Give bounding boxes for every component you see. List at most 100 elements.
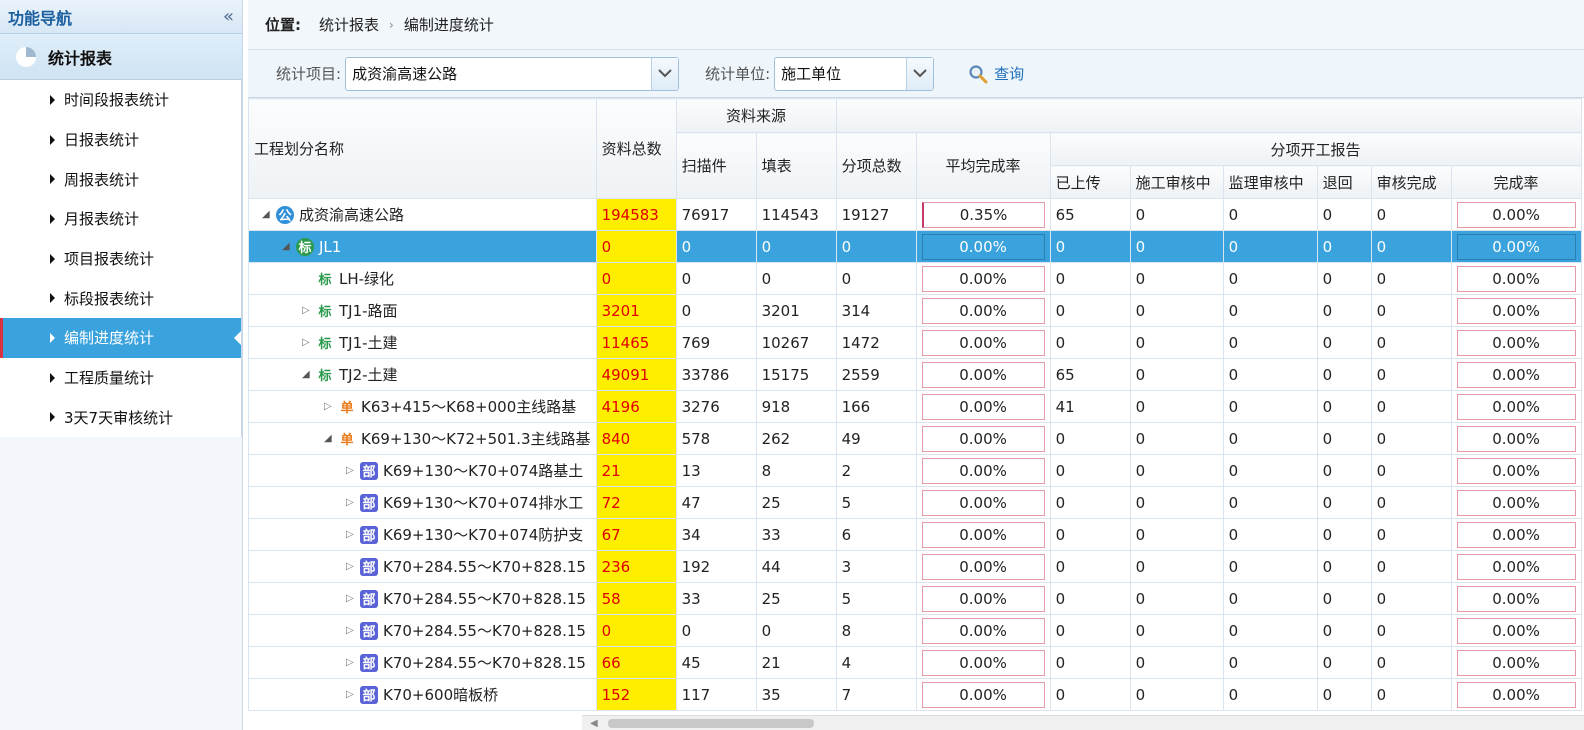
cell-name[interactable]: ◢ 标 TJ2-土建	[248, 358, 597, 391]
collapse-toggle-icon[interactable]: ◢	[282, 241, 292, 252]
col-name[interactable]: 工程划分名称	[248, 98, 597, 199]
cell-total: 3201	[595, 294, 677, 327]
expand-toggle-icon[interactable]: ▷	[302, 305, 312, 316]
col-items[interactable]: 分项总数	[835, 132, 917, 199]
collapse-icon[interactable]: «	[223, 6, 234, 27]
table-row[interactable]: 标 LH-绿化 0 0 0 0 0.00% 0 0 0 0 0 0.00%	[248, 262, 1582, 295]
sidebar-item[interactable]: 月报表统计	[0, 199, 241, 239]
node-type-icon: 部	[360, 461, 378, 480]
table-row[interactable]: ◢ 标 JL1 0 0 0 0 0.00% 0 0 0 0 0 0.00%	[248, 230, 1582, 263]
expand-toggle-icon[interactable]: ▷	[346, 593, 356, 604]
table-row[interactable]: ▷ 部 K69+130～K70+074排水工 72 47 25 5 0.00% 0 0 0 0 0 0.0…	[248, 486, 1582, 519]
table-row[interactable]: ▷ 部 K70+284.55～K70+828.15 66 45 21 4 0.00% 0 0 0 0 0…	[248, 646, 1582, 679]
collapse-toggle-icon[interactable]: ◢	[302, 369, 312, 380]
table-row[interactable]: ▷ 标 TJ1-土建 11465 769 10267 1472 0.00% 0 0 0 0 0 0.00%	[248, 326, 1582, 359]
expand-toggle-icon[interactable]: ▷	[346, 529, 356, 540]
table-row[interactable]: ▷ 部 K69+130～K70+074路基土 21 13 8 2 0.00% 0 0 0 0 0 0.00…	[248, 454, 1582, 487]
cell-name[interactable]: ▷ 单 K63+415～K68+000主线路基	[248, 390, 597, 423]
expand-toggle-icon[interactable]: ▷	[302, 337, 312, 348]
cell-uploaded: 0	[1049, 230, 1131, 263]
breadcrumb-item[interactable]: 统计报表	[319, 14, 379, 35]
chevron-down-icon[interactable]	[906, 57, 934, 90]
scrollbar-thumb[interactable]	[608, 719, 814, 728]
table-row[interactable]: ▷ 部 K70+600暗板桥 152 117 35 7 0.00% 0 0 0 0 0 0.00%	[248, 678, 1582, 711]
sidebar-item[interactable]: 编制进度统计	[0, 318, 241, 358]
expand-toggle-icon[interactable]: ▷	[346, 625, 356, 636]
table-row[interactable]: ▷ 部 K69+130～K70+074防护支 67 34 33 6 0.00% 0 0 0 0 0 0.0…	[248, 518, 1582, 551]
sidebar-item[interactable]: 标段报表统计	[0, 278, 241, 319]
cell-name[interactable]: ◢ 公成资渝高速公路	[248, 198, 597, 231]
cell-name[interactable]: ▷ 标 TJ1-土建	[248, 326, 597, 359]
caret-right-icon	[50, 253, 55, 264]
cell-total: 72	[595, 486, 677, 519]
cell-name[interactable]: ◢ 标 JL1	[248, 230, 597, 263]
sidebar-item[interactable]: 项目报表统计	[0, 238, 241, 279]
sidebar-item[interactable]: 3天7天审核统计	[0, 397, 241, 438]
cell-rate: 0.00%	[1450, 230, 1582, 263]
cell-name[interactable]: ▷ 标 TJ1-路面	[248, 294, 597, 327]
col-returned[interactable]: 退回	[1316, 165, 1372, 199]
expand-toggle-icon[interactable]: ▷	[346, 465, 356, 476]
col-review-done[interactable]: 审核完成	[1370, 165, 1452, 199]
sidebar-item[interactable]: 时间段报表统计	[0, 80, 241, 120]
cell-name[interactable]: ▷ 部 K70+284.55～K70+828.15	[248, 550, 597, 583]
project-select[interactable]: 成资渝高速公路	[345, 56, 680, 91]
cell-name[interactable]: ▷ 部 K70+600暗板桥	[248, 678, 597, 711]
cell-fill: 25	[755, 486, 837, 519]
cell-name[interactable]: ▷ 部 K69+130～K70+074防护支	[248, 518, 597, 551]
cell-returned: 0	[1316, 646, 1372, 679]
rate-value: 0.00%	[1456, 425, 1576, 452]
cell-name[interactable]: ▷ 部 K69+130～K70+074路基土	[248, 454, 597, 487]
sidebar-item[interactable]: 工程质量统计	[0, 357, 241, 398]
rate-value: 0.00%	[1456, 553, 1576, 580]
cell-review-done: 0	[1370, 230, 1452, 263]
avg-rate-value: 0.00%	[921, 521, 1045, 548]
table-row[interactable]: ▷ 单 K63+415～K68+000主线路基 4196 3276 918 166 0.00%…	[248, 390, 1582, 423]
col-uploaded[interactable]: 已上传	[1049, 165, 1131, 199]
table-row[interactable]: ▷ 部 K70+284.55～K70+828.15 236 192 44 3 0.00% 0 0 0…	[248, 550, 1582, 583]
cell-review-done: 0	[1370, 198, 1452, 231]
col-scan[interactable]: 扫描件	[675, 132, 757, 199]
cell-name[interactable]: ▷ 部 K70+284.55～K70+828.15	[248, 582, 597, 615]
table-row[interactable]: ◢ 单 K69+130～K72+501.3主线路基 840 578 262 49 0.00% 0…	[248, 422, 1582, 455]
col-rate[interactable]: 完成率	[1450, 165, 1582, 199]
cell-name[interactable]: 标 LH-绿化	[248, 262, 597, 295]
col-total[interactable]: 资料总数	[595, 98, 677, 199]
table-row[interactable]: ◢ 标 TJ2-土建 49091 33786 15175 2559 0.00% 65 0 0 0 0 0.…	[248, 358, 1582, 391]
col-construct-review[interactable]: 施工审核中	[1129, 165, 1224, 199]
expand-toggle-icon[interactable]: ▷	[346, 657, 356, 668]
cell-name[interactable]: ▷ 部 K70+284.55～K70+828.15	[248, 614, 597, 647]
collapse-toggle-icon[interactable]: ◢	[324, 433, 334, 444]
cell-name[interactable]: ▷ 部 K69+130～K70+074排水工	[248, 486, 597, 519]
cell-supervise-review: 0	[1222, 230, 1318, 263]
table-row[interactable]: ◢ 公成资渝高速公路 194583 76917 114543 19127 0.35% 65 0 0…	[248, 198, 1582, 231]
collapse-toggle-icon[interactable]: ◢	[262, 209, 272, 220]
cell-returned: 0	[1316, 198, 1372, 231]
nav-group-statistics[interactable]: 统计报表	[0, 34, 242, 80]
expand-toggle-icon[interactable]: ▷	[346, 497, 356, 508]
chevron-down-icon[interactable]	[651, 57, 679, 90]
col-supervise-review[interactable]: 监理审核中	[1222, 165, 1318, 199]
expand-toggle-icon[interactable]: ▷	[324, 401, 334, 412]
expand-toggle-icon[interactable]: ▷	[346, 561, 356, 572]
cell-construct-review: 0	[1129, 646, 1224, 679]
cell-uploaded: 0	[1049, 518, 1131, 551]
table-row[interactable]: ▷ 标 TJ1-路面 3201 0 3201 314 0.00% 0 0 0 0 0 0.00%	[248, 294, 1582, 327]
sidebar-item[interactable]: 日报表统计	[0, 119, 241, 160]
expand-toggle-icon[interactable]: ▷	[346, 689, 356, 700]
col-fill[interactable]: 填表	[755, 132, 837, 199]
cell-uploaded: 65	[1049, 358, 1131, 391]
unit-select[interactable]: 施工单位	[774, 56, 935, 91]
query-button[interactable]: 查询	[968, 63, 1024, 84]
sidebar-item-label: 时间段报表统计	[64, 91, 170, 110]
cell-items: 4	[835, 646, 917, 679]
rate-value: 0.00%	[1456, 681, 1576, 708]
table-row[interactable]: ▷ 部 K70+284.55～K70+828.15 0 0 0 8 0.00% 0 0 0 0 0 0.0…	[248, 614, 1582, 647]
sidebar-item[interactable]: 周报表统计	[0, 159, 241, 200]
table-row[interactable]: ▷ 部 K70+284.55～K70+828.15 58 33 25 5 0.00% 0 0 0 0 0…	[248, 582, 1582, 615]
col-avg-rate[interactable]: 平均完成率	[915, 132, 1051, 199]
scroll-left-icon[interactable]: ◀	[590, 718, 598, 729]
cell-name[interactable]: ▷ 部 K70+284.55～K70+828.15	[248, 646, 597, 679]
horizontal-scrollbar[interactable]: ◀	[582, 715, 1584, 730]
cell-name[interactable]: ◢ 单 K69+130～K72+501.3主线路基	[248, 422, 597, 455]
